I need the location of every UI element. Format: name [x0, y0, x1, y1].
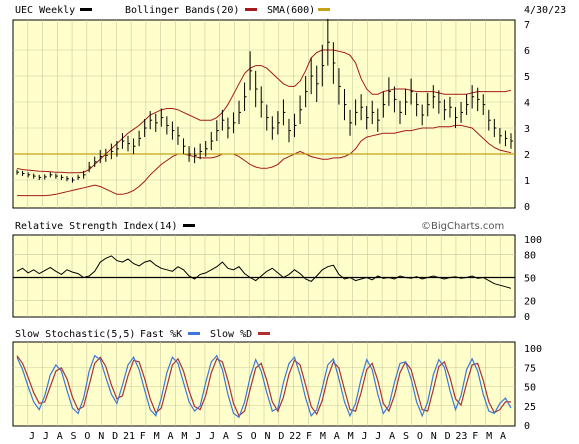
- sma-legend-swatch: [318, 8, 330, 11]
- bb-label: Bollinger Bands(20): [125, 5, 239, 16]
- x-tick-label: N: [264, 431, 270, 442]
- chart-date: 4/30/23: [524, 5, 566, 16]
- rsi-y-tick-label: 100: [524, 235, 542, 246]
- price-y-tick-label: 3: [524, 124, 530, 135]
- x-tick-label: A: [57, 431, 63, 442]
- x-tick-label: D: [278, 431, 284, 442]
- price-y-axis: 0 1 2 3 4 5 6 7: [524, 20, 530, 213]
- price-y-tick-label: 5: [524, 72, 530, 83]
- symbol-legend-swatch: [80, 8, 92, 11]
- x-tick-label: M: [181, 431, 187, 442]
- x-tick-label: N: [431, 431, 437, 442]
- x-tick-label: M: [486, 431, 492, 442]
- stoch-y-tick-label: 0: [524, 421, 530, 432]
- x-tick-label: 23: [455, 431, 467, 442]
- stoch-y-tick-label: 75: [524, 363, 536, 374]
- price-y-tick-label: 4: [524, 98, 530, 109]
- stoch-y-axis: 0 25 50 75 100: [524, 344, 542, 432]
- x-tick-label: A: [334, 431, 340, 442]
- x-tick-label: M: [320, 431, 326, 442]
- stoch-y-tick-label: 50: [524, 383, 536, 394]
- rsi-y-axis: 0 20 50 80 100: [524, 235, 542, 323]
- x-tick-label: O: [417, 431, 423, 442]
- slowd-legend-swatch: [258, 332, 270, 335]
- x-tick-label: M: [348, 431, 354, 442]
- x-tick-label: F: [306, 431, 312, 442]
- chart-window: 01234567 UEC Weekly Bollinger Bands(20) …: [0, 0, 579, 444]
- x-tick-label: A: [168, 431, 174, 442]
- x-tick-label: J: [361, 431, 367, 442]
- x-tick-label: F: [140, 431, 146, 442]
- slowd-label: Slow %D: [210, 329, 252, 340]
- x-tick-label: D: [445, 431, 451, 442]
- price-y-tick-label: 7: [524, 20, 530, 31]
- fastk-label: Fast %K: [140, 329, 182, 340]
- rsi-y-tick-label: 80: [524, 250, 536, 261]
- x-tick-label: M: [154, 431, 160, 442]
- price-y-tick-label: 2: [524, 150, 530, 161]
- x-tick-label: J: [43, 431, 49, 442]
- rsi-legend-swatch: [183, 224, 195, 227]
- x-tick-label: A: [500, 431, 506, 442]
- x-tick-label: O: [251, 431, 257, 442]
- stoch-y-tick-label: 25: [524, 402, 536, 413]
- price-y-tick-label: 6: [524, 46, 530, 57]
- sma-label: SMA(600): [267, 5, 315, 16]
- x-tick-label: A: [223, 431, 229, 442]
- x-tick-label: J: [195, 431, 201, 442]
- fastk-legend-swatch: [188, 332, 200, 335]
- x-tick-label: J: [29, 431, 35, 442]
- x-tick-label: O: [84, 431, 90, 442]
- x-tick-label: N: [98, 431, 104, 442]
- rsi-y-tick-label: 50: [524, 274, 536, 285]
- x-tick-label: S: [71, 431, 77, 442]
- price-y-tick-label: 0: [524, 202, 530, 213]
- stoch-label: Slow Stochastic(5,5): [15, 329, 135, 340]
- chart-svg: 01234567 UEC Weekly Bollinger Bands(20) …: [12, 5, 566, 442]
- price-y-tick-label: 1: [524, 176, 530, 187]
- x-axis-month-labels: J J A S O N D 21 F M A M J J A S O N D 22 F M A M J J A S O N D 23 F M A: [29, 431, 506, 442]
- x-tick-label: A: [389, 431, 395, 442]
- x-tick-label: F: [472, 431, 478, 442]
- rsi-y-tick-label: 0: [524, 312, 530, 323]
- symbol-label: UEC Weekly: [15, 5, 75, 16]
- x-tick-label: 21: [123, 431, 135, 442]
- stoch-y-tick-label: 100: [524, 344, 542, 355]
- bb-legend-swatch: [245, 8, 257, 11]
- rsi-label: Relative Strength Index(14): [15, 221, 178, 232]
- watermark: ©BigCharts.com: [421, 221, 504, 232]
- x-tick-label: J: [375, 431, 381, 442]
- x-tick-label: 22: [289, 431, 301, 442]
- x-tick-label: J: [209, 431, 215, 442]
- rsi-y-tick-label: 20: [524, 297, 536, 308]
- x-tick-label: D: [112, 431, 118, 442]
- x-tick-label: S: [403, 431, 409, 442]
- x-tick-label: S: [237, 431, 243, 442]
